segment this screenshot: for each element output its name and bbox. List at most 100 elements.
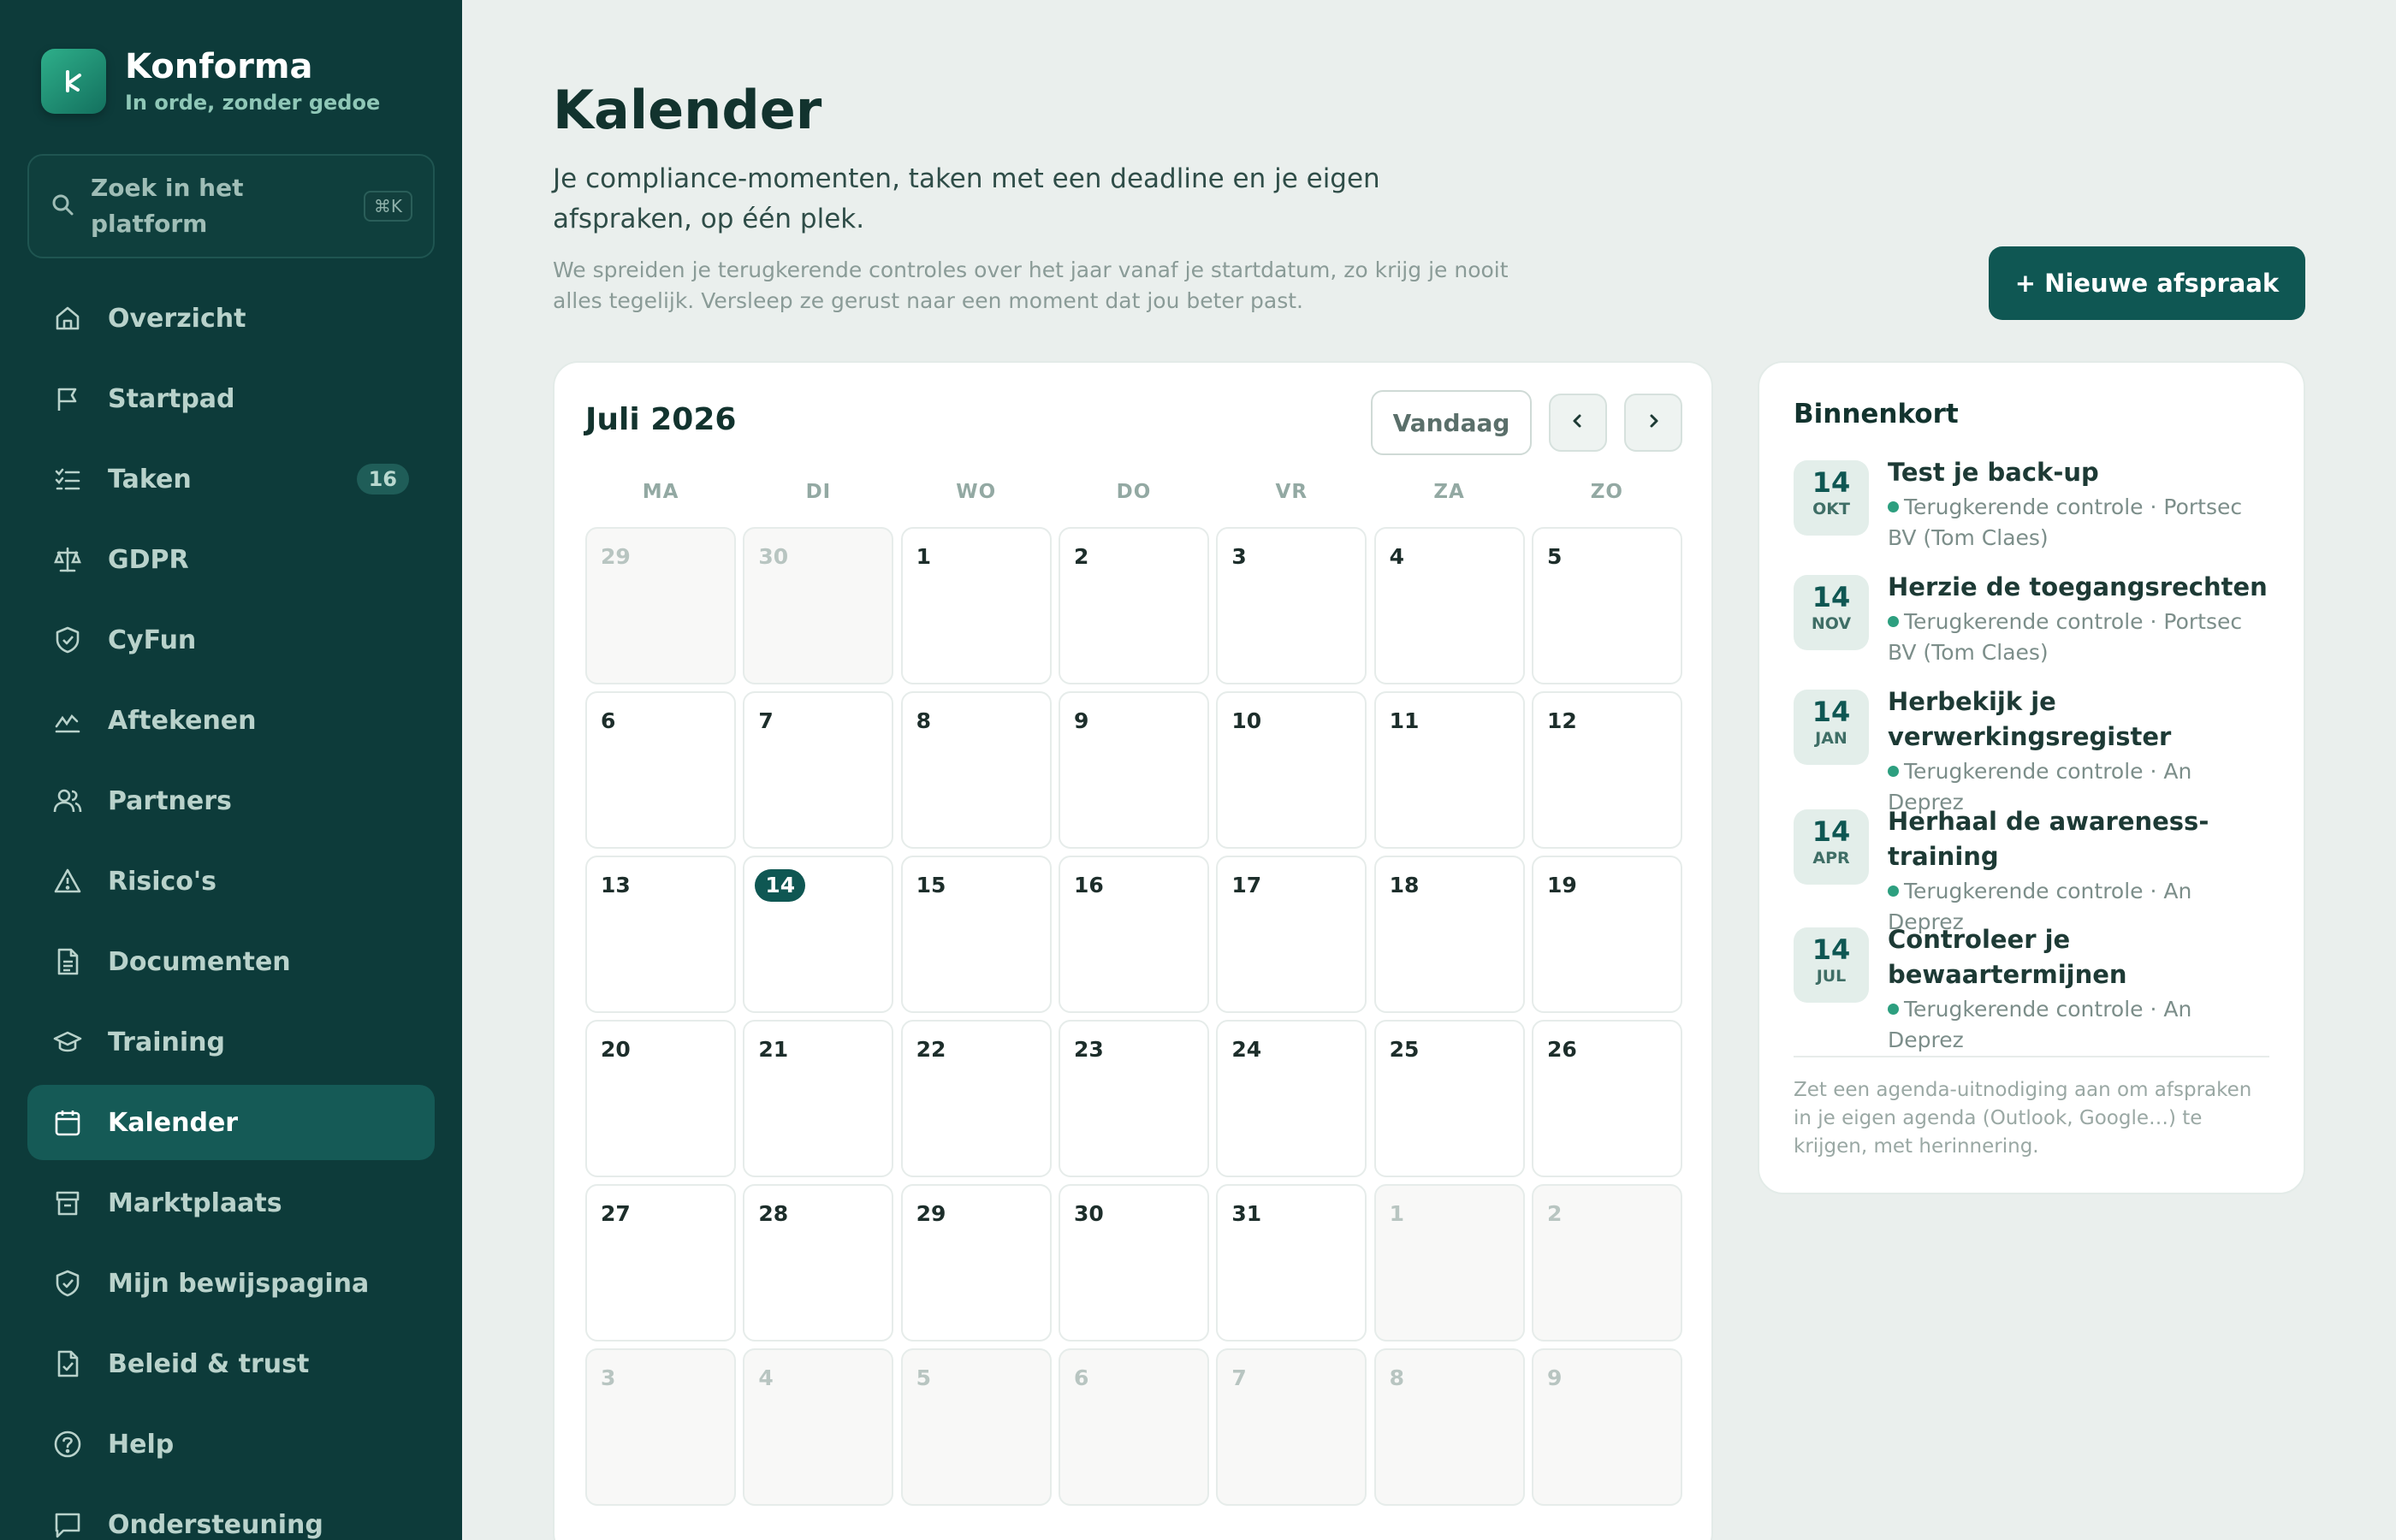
date-month: NOV (1811, 614, 1852, 633)
calendar-day[interactable]: 31 (1216, 1184, 1367, 1342)
new-appointment-button[interactable]: + Nieuwe afspraak (1989, 246, 2305, 320)
date-day: 14 (1812, 696, 1851, 728)
calendar-day[interactable]: 27 (585, 1184, 736, 1342)
day-number: 10 (1231, 708, 1262, 733)
prev-month-button[interactable] (1549, 394, 1607, 452)
day-number: 25 (1389, 1037, 1420, 1062)
shield-icon (53, 625, 82, 654)
calendar-day[interactable]: 29 (900, 1184, 1052, 1342)
calendar-day[interactable]: 30 (1058, 1184, 1209, 1342)
sidebar-item-cyfun[interactable]: CyFun (27, 602, 435, 678)
sidebar-item-documenten[interactable]: Documenten (27, 924, 435, 999)
date-month: JAN (1815, 729, 1847, 748)
calendar-day[interactable]: 25 (1373, 1020, 1525, 1177)
next-month-button[interactable] (1624, 394, 1682, 452)
calendar-day[interactable]: 7 (743, 691, 894, 849)
calendar-day-today[interactable]: 14 (743, 856, 894, 1013)
calendar-day[interactable]: 23 (1058, 1020, 1209, 1177)
sidebar-item-partners[interactable]: Partners (27, 763, 435, 838)
flag-icon (53, 384, 82, 413)
calendar-day[interactable]: 20 (585, 1020, 736, 1177)
calendar-day[interactable]: 10 (1216, 691, 1367, 849)
calendar-day[interactable]: 17 (1216, 856, 1367, 1013)
sidebar-item-mijn-bewijspagina[interactable]: Mijn bewijspagina (27, 1246, 435, 1321)
today-button[interactable]: Vandaag (1371, 390, 1532, 455)
calendar-day[interactable]: 29 (585, 527, 736, 684)
sidebar-item-help[interactable]: Help (27, 1407, 435, 1482)
upcoming-item-title: Herbekijk je verwerkingsregister (1888, 687, 2172, 751)
search-icon (50, 192, 75, 221)
day-number: 28 (758, 1201, 789, 1226)
brand-tagline: In orde, zonder gedoe (125, 91, 381, 115)
day-number: 30 (758, 544, 789, 569)
search-input[interactable]: Zoek in het platform ⌘K (27, 154, 435, 258)
upcoming-item-meta: Terugkerende controle · An Deprez (1888, 997, 2192, 1052)
calendar-day[interactable]: 24 (1216, 1020, 1367, 1177)
calendar-day[interactable]: 1 (900, 527, 1052, 684)
calendar-day[interactable]: 7 (1216, 1348, 1367, 1506)
sidebar-item-aftekenen[interactable]: Aftekenen (27, 683, 435, 758)
day-number: 4 (758, 1365, 774, 1390)
calendar-day[interactable]: 8 (1373, 1348, 1525, 1506)
sidebar-item-training[interactable]: Training (27, 1004, 435, 1080)
calendar-day[interactable]: 8 (900, 691, 1052, 849)
sidebar-item-overzicht[interactable]: Overzicht (27, 281, 435, 356)
day-number: 8 (1389, 1365, 1405, 1390)
calendar-day[interactable]: 5 (1531, 527, 1682, 684)
sidebar-item-beleid-trust[interactable]: Beleid & trust (27, 1326, 435, 1401)
date-day: 14 (1812, 815, 1851, 848)
calendar-day[interactable]: 6 (585, 691, 736, 849)
calendar-day[interactable]: 12 (1531, 691, 1682, 849)
day-number: 17 (1231, 873, 1262, 897)
calendar-day[interactable]: 2 (1531, 1184, 1682, 1342)
sidebar-item-gdpr[interactable]: GDPR (27, 522, 435, 597)
calendar-day[interactable]: 9 (1531, 1348, 1682, 1506)
calendar-day[interactable]: 30 (743, 527, 894, 684)
calendar-day[interactable]: 18 (1373, 856, 1525, 1013)
calendar-day[interactable]: 6 (1058, 1348, 1209, 1506)
brand[interactable]: Konforma In orde, zonder gedoe (41, 48, 380, 115)
sidebar-item-label: Partners (108, 785, 232, 816)
calendar-day[interactable]: 19 (1531, 856, 1682, 1013)
sidebar: Konforma In orde, zonder gedoe Zoek in h… (0, 0, 462, 1540)
day-number: 3 (601, 1365, 616, 1390)
checklist-icon (53, 465, 82, 494)
calendar-day[interactable]: 3 (1216, 527, 1367, 684)
document-icon (53, 947, 82, 976)
calendar-day[interactable]: 11 (1373, 691, 1525, 849)
chevron-left-icon (1569, 412, 1586, 433)
sidebar-item-kalender[interactable]: Kalender (27, 1085, 435, 1160)
calendar-day[interactable]: 13 (585, 856, 736, 1013)
calendar-day[interactable]: 2 (1058, 527, 1209, 684)
sidebar-item-label: Mijn bewijspagina (108, 1268, 370, 1299)
calendar-day[interactable]: 15 (900, 856, 1052, 1013)
day-number: 2 (1546, 1201, 1563, 1226)
status-dot-icon (1888, 616, 1899, 627)
sidebar-item-taken[interactable]: Taken 16 (27, 441, 435, 517)
upcoming-item-title: Herzie de toegangsrechten (1888, 572, 2268, 601)
day-number: 7 (1231, 1365, 1247, 1390)
date-badge: 14 OKT (1794, 460, 1869, 536)
calendar-day[interactable]: 4 (743, 1348, 894, 1506)
sidebar-item-risicos[interactable]: Risico's (27, 844, 435, 919)
calendar-day[interactable]: 26 (1531, 1020, 1682, 1177)
sidebar-item-ondersteuning[interactable]: Ondersteuning (27, 1487, 435, 1540)
calendar-day[interactable]: 4 (1373, 527, 1525, 684)
page-title: Kalender (553, 79, 822, 141)
upcoming-panel: Binnenkort 14 OKT Test je back-up Terugk… (1758, 361, 2305, 1194)
calendar-day[interactable]: 16 (1058, 856, 1209, 1013)
calendar-day[interactable]: 22 (900, 1020, 1052, 1177)
calendar-day[interactable]: 1 (1373, 1184, 1525, 1342)
day-number: 19 (1546, 873, 1577, 897)
sidebar-item-startpad[interactable]: Startpad (27, 361, 435, 436)
calendar-day[interactable]: 21 (743, 1020, 894, 1177)
chevron-right-icon (1645, 412, 1662, 433)
date-day: 14 (1812, 581, 1851, 613)
weekday-label: MA (642, 481, 679, 503)
sidebar-item-marktplaats[interactable]: Marktplaats (27, 1165, 435, 1241)
calendar-day[interactable]: 28 (743, 1184, 894, 1342)
calendar-day[interactable]: 9 (1058, 691, 1209, 849)
calendar-day[interactable]: 5 (900, 1348, 1052, 1506)
sidebar-item-label: Help (108, 1429, 175, 1460)
calendar-day[interactable]: 3 (585, 1348, 736, 1506)
